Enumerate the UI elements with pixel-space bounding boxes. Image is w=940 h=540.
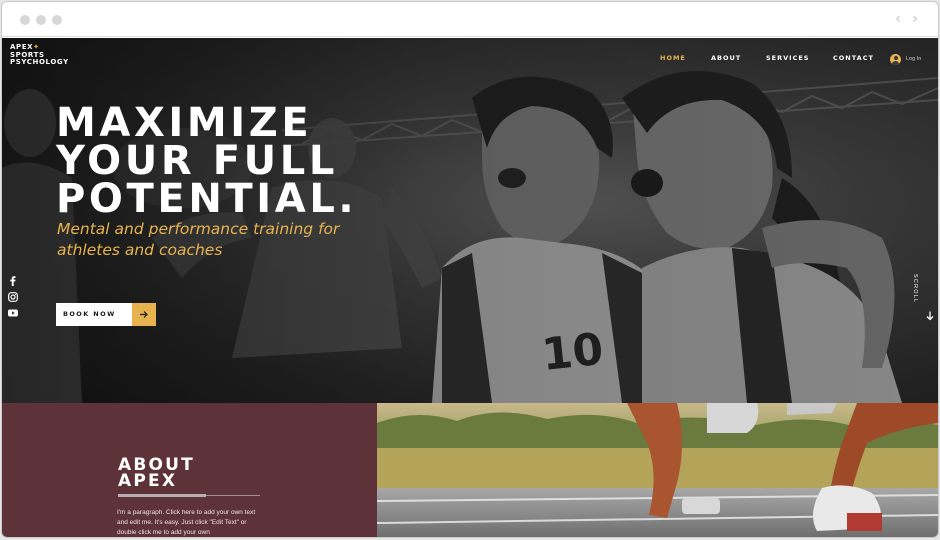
runner-image bbox=[377, 403, 938, 537]
window-close-dot[interactable] bbox=[20, 15, 30, 25]
login-button[interactable]: Log In bbox=[890, 52, 921, 66]
browser-window: ‹ › APEX✦ SPORTS PSYCHOLOGY HOME ABOUT S… bbox=[1, 1, 939, 538]
about-paragraph: I'm a paragraph. Click here to add your … bbox=[117, 509, 256, 536]
window-minimize-dot[interactable] bbox=[36, 15, 46, 25]
window-zoom-dot[interactable] bbox=[52, 15, 62, 25]
nav-item-contact[interactable]: CONTACT bbox=[833, 54, 874, 66]
nav-item-about[interactable]: ABOUT bbox=[711, 54, 741, 66]
book-now-label: BOOK NOW bbox=[56, 303, 132, 326]
arrow-down-icon[interactable] bbox=[925, 308, 935, 321]
hero-subheadline: Mental and performance training for athl… bbox=[57, 220, 340, 259]
headline-line-2: YOUR FULL bbox=[56, 138, 338, 184]
browser-titlebar: ‹ › bbox=[2, 2, 938, 37]
facebook-icon[interactable] bbox=[7, 275, 18, 286]
chevron-left-icon[interactable]: ‹ bbox=[891, 11, 905, 27]
nav-item-home[interactable]: HOME bbox=[660, 54, 686, 66]
about-title-line-2: APEX bbox=[118, 471, 178, 491]
scroll-label: SCROLL bbox=[912, 274, 918, 304]
logo-line-1: APEX bbox=[10, 43, 34, 51]
hero-headline: MAXIMIZE YOUR FULL POTENTIAL. bbox=[56, 100, 358, 222]
youtube-icon[interactable] bbox=[7, 307, 18, 318]
instagram-icon[interactable] bbox=[7, 291, 18, 302]
logo-line-3: PSYCHOLOGY bbox=[10, 58, 69, 66]
login-label: Log In bbox=[906, 56, 922, 62]
logo-star-icon: ✦ bbox=[33, 43, 40, 51]
arrow-right-icon bbox=[132, 303, 156, 326]
chevron-right-icon[interactable]: › bbox=[908, 11, 922, 27]
user-avatar-icon bbox=[890, 53, 901, 65]
book-now-button[interactable]: BOOK NOW bbox=[56, 303, 156, 326]
about-divider-accent bbox=[118, 494, 206, 497]
site-logo[interactable]: APEX✦ SPORTS PSYCHOLOGY bbox=[10, 43, 69, 67]
nav-item-services[interactable]: SERVICES bbox=[766, 54, 809, 66]
headline-line-1: MAXIMIZE bbox=[56, 100, 313, 146]
about-title: ABOUT APEX bbox=[118, 457, 195, 491]
hero-section: 10 APEX✦ SPORTS PSYCHOLOGY HOME ABOUT SE… bbox=[2, 38, 938, 403]
headline-line-3: POTENTIAL. bbox=[56, 176, 358, 222]
